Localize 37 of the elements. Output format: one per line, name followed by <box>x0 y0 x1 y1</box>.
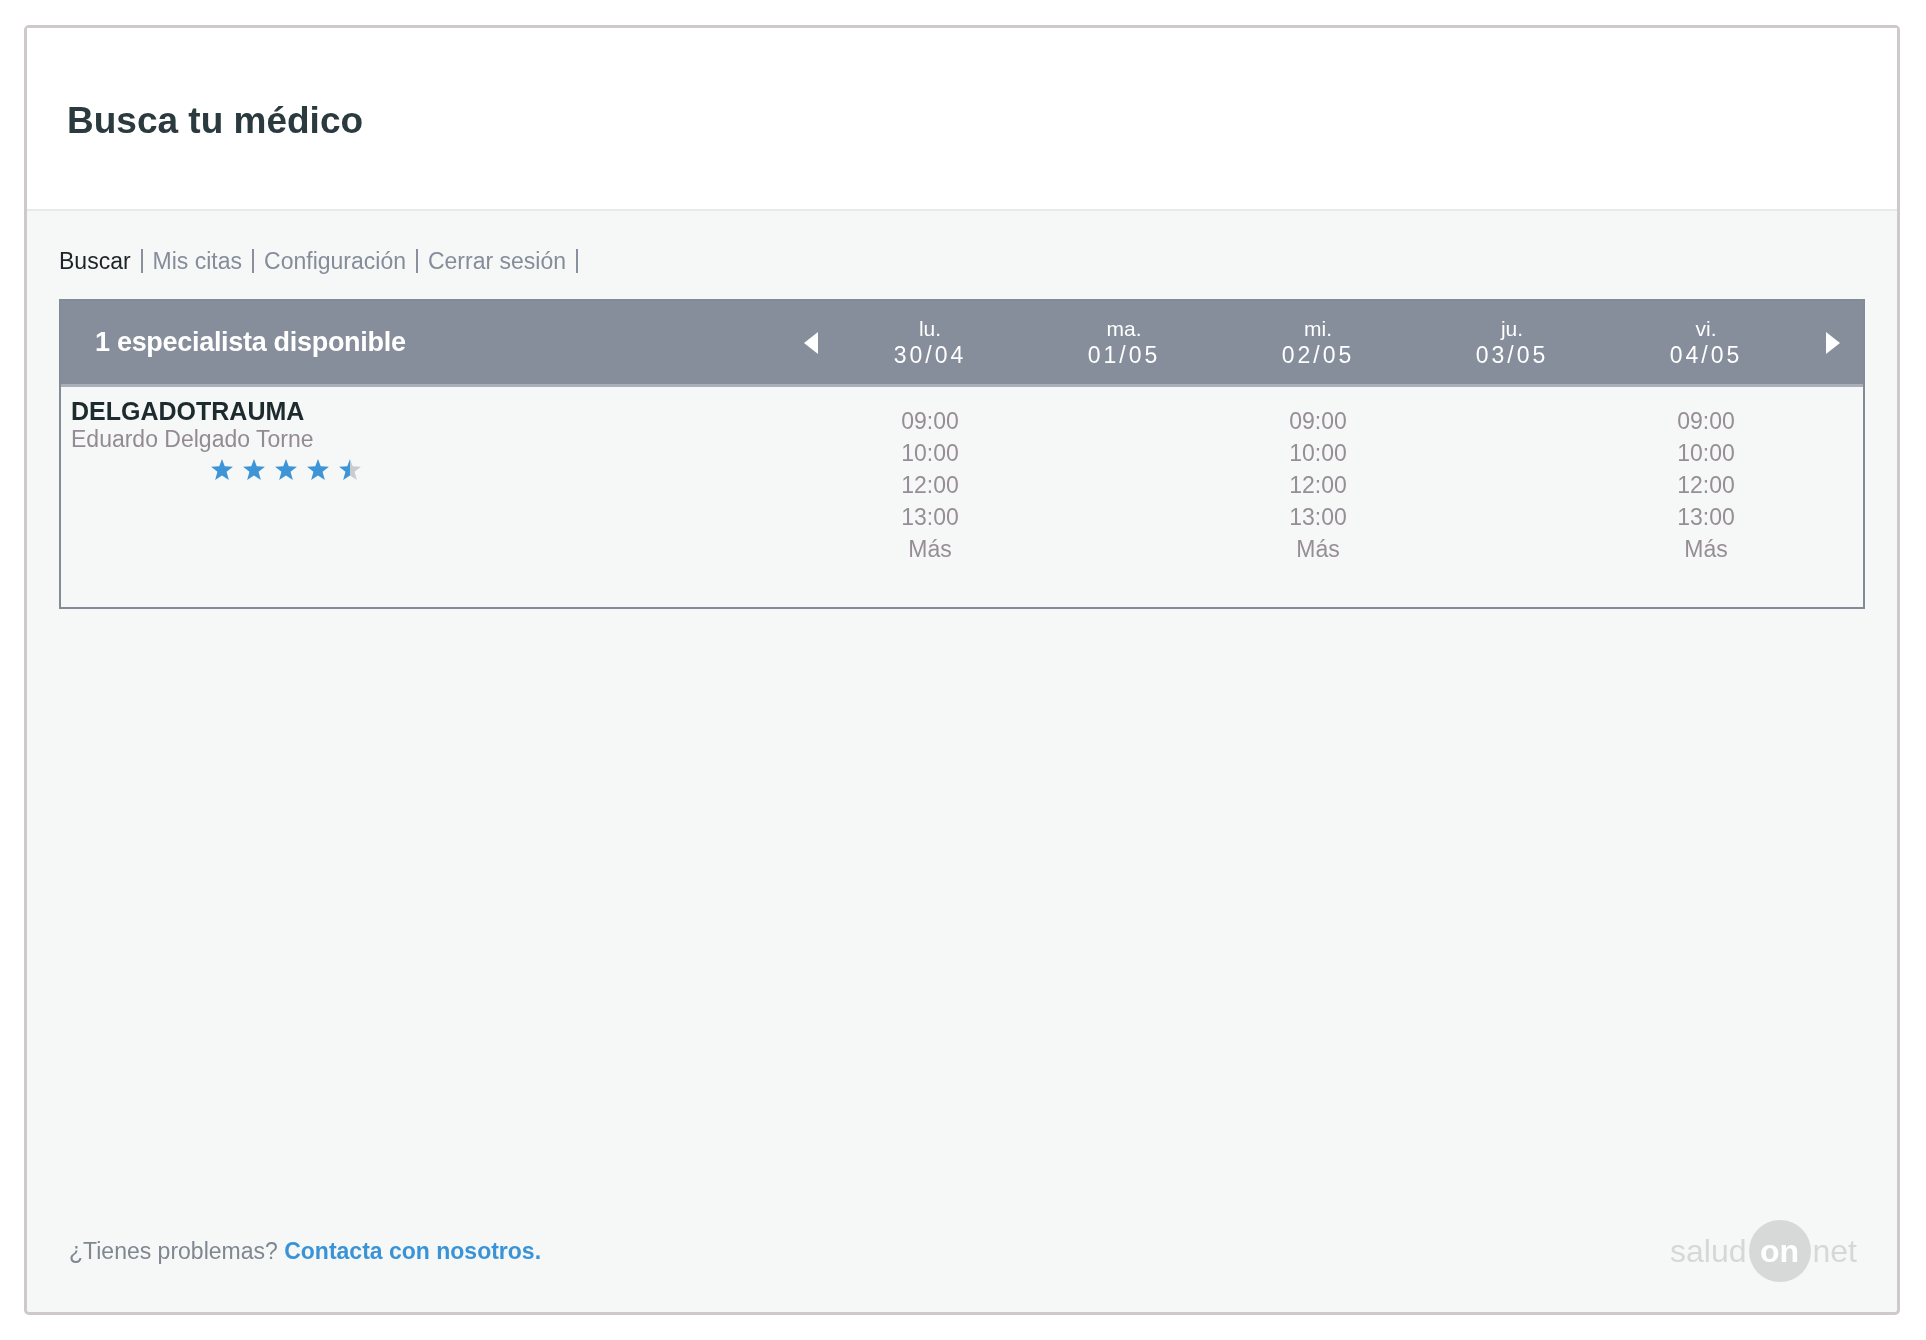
time-slot-link[interactable]: 09:00 <box>1289 405 1347 437</box>
time-slot-link[interactable]: 13:00 <box>1677 501 1735 533</box>
nav-link[interactable]: Cerrar sesión <box>417 249 578 273</box>
day-header: mi. 02/05 <box>1280 316 1356 369</box>
nav-link[interactable]: Buscar <box>59 249 143 273</box>
time-slot-link[interactable]: 13:00 <box>1289 501 1347 533</box>
right-arrow-icon[interactable] <box>1826 331 1840 354</box>
help-question: ¿Tienes problemas? <box>69 1237 279 1264</box>
star-icon <box>307 459 329 480</box>
time-slot-link[interactable]: 12:00 <box>1289 469 1347 501</box>
day-header: ma. 01/05 <box>1086 316 1162 369</box>
day-header: lu. 30/04 <box>892 316 968 369</box>
more-link[interactable]: Más <box>1296 533 1340 565</box>
time-slot-link[interactable]: 10:00 <box>1289 437 1347 469</box>
star-icon <box>339 459 361 480</box>
time-slot-link[interactable]: 10:00 <box>1677 437 1735 469</box>
more-link[interactable]: Más <box>1684 533 1728 565</box>
time-slot-link[interactable]: 13:00 <box>901 501 959 533</box>
page-title: Busca tu médico <box>67 99 364 144</box>
contact-link[interactable]: Contacta con nosotros. <box>284 1237 542 1264</box>
star-icon <box>243 459 265 480</box>
nav-link[interactable]: Configuración <box>254 249 418 273</box>
time-slot-link[interactable]: 09:00 <box>1677 405 1735 437</box>
time-slot-link[interactable]: 12:00 <box>1677 469 1735 501</box>
more-link[interactable]: Más <box>908 533 952 565</box>
star-icon <box>211 459 233 480</box>
star-icon <box>275 459 297 480</box>
doctor-username[interactable]: DELGADOTRAUMA <box>71 397 305 425</box>
left-arrow-icon[interactable] <box>804 331 818 354</box>
day-header: ju. 03/05 <box>1474 316 1550 369</box>
time-slot-link[interactable]: 09:00 <box>901 405 959 437</box>
nav-link[interactable]: Mis citas <box>142 249 255 273</box>
time-slot-link[interactable]: 10:00 <box>901 437 959 469</box>
day-header: vi. 04/05 <box>1668 316 1744 369</box>
doctor-name: Eduardo Delgado Torne <box>71 425 314 453</box>
results-heading: 1 especialista disponible <box>94 326 407 360</box>
time-slot-link[interactable]: 12:00 <box>901 469 959 501</box>
